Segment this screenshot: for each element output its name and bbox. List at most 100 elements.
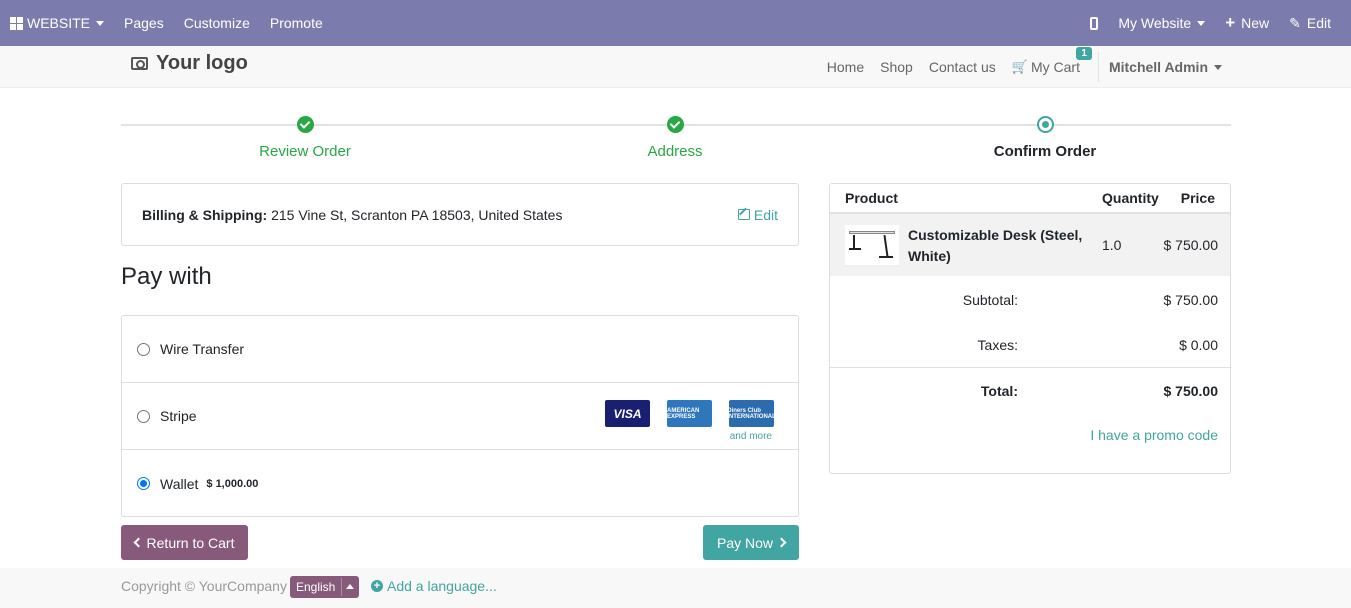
payment-name: Stripe	[160, 408, 197, 424]
total-divider	[830, 367, 1230, 368]
edit-address-link[interactable]: Edit	[737, 206, 778, 223]
site-nav: Home Shop Contact us 🛒 My Cart 1 Mitchel…	[819, 46, 1351, 88]
apps-grid-icon	[10, 16, 23, 30]
payment-methods-list: Wire Transfer Stripe VISA AMERICAN EXPRE…	[121, 315, 799, 517]
amex-logo-icon: AMERICAN EXPRESS	[667, 400, 712, 427]
copyright-text: Copyright © YourCompany	[121, 578, 287, 594]
nav-home[interactable]: Home	[819, 59, 872, 75]
card-logos: VISA AMERICAN EXPRESS Diners Club INTERN…	[605, 400, 776, 427]
language-label: English	[296, 580, 336, 594]
product-quantity: 1.0	[1102, 237, 1122, 253]
summary-header: Product Quantity Price	[830, 184, 1230, 214]
step-label: Address	[647, 143, 703, 160]
edit-address-label: Edit	[753, 206, 778, 223]
taxes-label: Taxes:	[977, 337, 1018, 353]
new-button[interactable]: + New	[1215, 0, 1279, 46]
product-name: Customizable Desk (Steel, White)	[908, 227, 1083, 264]
caret-up-icon	[346, 584, 354, 589]
pencil-icon: ✎	[1289, 14, 1301, 31]
edit-button[interactable]: ✎ Edit	[1279, 0, 1341, 46]
product-price: $ 750.00	[1163, 237, 1219, 253]
customize-menu[interactable]: Customize	[174, 0, 260, 46]
payment-name: Wire Transfer	[160, 341, 245, 357]
website-menu-button[interactable]: WEBSITE	[0, 0, 114, 46]
return-label: Return to Cart	[146, 534, 235, 551]
site-header: Your logo Home Shop Contact us 🛒 My Cart…	[0, 46, 1351, 88]
pay-now-label: Pay Now	[716, 534, 774, 551]
pay-with-heading: Pay with	[121, 263, 212, 290]
language-selector[interactable]: English	[290, 576, 359, 598]
order-line: Customizable Desk (Steel, White) 1.0 $ 7…	[830, 214, 1230, 276]
nav-my-cart[interactable]: 🛒 My Cart 1	[1004, 47, 1092, 75]
payment-name: Wallet	[160, 475, 199, 492]
caret-down-icon	[1214, 64, 1222, 70]
step-label: Review Order	[259, 143, 351, 160]
step-label: Confirm Order	[993, 143, 1097, 160]
step-address[interactable]: Address	[585, 110, 765, 160]
col-price: Price	[1180, 190, 1215, 206]
check-circle-icon	[296, 116, 314, 133]
visa-logo-icon: VISA	[605, 400, 650, 427]
nav-contact[interactable]: Contact us	[921, 59, 1004, 75]
stripe-radio[interactable]	[137, 409, 150, 423]
billing-shipping-box: Billing & Shipping: 215 Vine St, Scranto…	[121, 183, 799, 246]
plus-circle-icon: +	[371, 580, 383, 592]
promote-menu[interactable]: Promote	[260, 0, 333, 46]
billing-text: Billing & Shipping: 215 Vine St, Scranto…	[142, 207, 562, 223]
my-website-dropdown[interactable]: My Website	[1108, 0, 1215, 46]
billing-address: 215 Vine St, Scranton PA 18503, United S…	[267, 206, 563, 223]
col-quantity: Quantity	[1102, 190, 1159, 206]
cart-label: My Cart	[1030, 59, 1080, 75]
wallet-radio[interactable]	[137, 477, 150, 490]
plus-icon: +	[1225, 13, 1236, 32]
step-review-order[interactable]: Review Order	[215, 110, 395, 160]
edit-label: Edit	[1306, 15, 1331, 31]
user-menu-dropdown[interactable]: Mitchell Admin	[1099, 59, 1232, 75]
cart-count-badge: 1	[1076, 47, 1092, 60]
order-summary: Product Quantity Price Customizable Desk…	[829, 183, 1231, 474]
taxes-value: $ 0.00	[1179, 337, 1218, 353]
user-name: Mitchell Admin	[1108, 59, 1208, 75]
product-image	[845, 225, 899, 265]
site-footer: Copyright © YourCompany English + Add a …	[0, 568, 1351, 608]
checkout-progress: Review Order Address Confirm Order	[121, 110, 1231, 165]
site-logo[interactable]: Your logo	[131, 52, 248, 75]
pages-menu[interactable]: Pages	[114, 0, 174, 46]
chevron-left-icon	[133, 537, 143, 548]
pay-now-button[interactable]: Pay Now	[703, 525, 799, 560]
new-label: New	[1241, 15, 1270, 31]
website-menu-label: WEBSITE	[27, 15, 91, 31]
caret-down-icon	[1197, 20, 1206, 26]
admin-bar: WEBSITE Pages Customize Promote My Websi…	[0, 0, 1351, 46]
cart-icon: 🛒	[1011, 59, 1028, 74]
my-website-label: My Website	[1118, 15, 1192, 31]
step-confirm-order: Confirm Order	[955, 110, 1135, 160]
total-label: Total:	[980, 383, 1018, 399]
and-more-link[interactable]: and more	[730, 431, 772, 442]
current-step-icon	[1036, 116, 1054, 133]
check-circle-icon	[666, 116, 684, 133]
subtotal-value: $ 750.00	[1163, 292, 1219, 308]
promo-code-link[interactable]: I have a promo code	[1090, 427, 1218, 443]
wallet-balance: $ 1,000.00	[206, 477, 259, 490]
mobile-preview-button[interactable]	[1080, 0, 1108, 46]
payment-option-wallet[interactable]: Wallet $ 1,000.00	[122, 450, 798, 517]
payment-option-wire-transfer[interactable]: Wire Transfer	[122, 316, 798, 383]
wire-transfer-radio[interactable]	[137, 342, 150, 356]
diners-club-logo-icon: Diners Club INTERNATIONAL	[727, 400, 776, 427]
logo-text: Your logo	[156, 52, 248, 74]
edit-icon	[737, 209, 750, 220]
payment-option-stripe[interactable]: Stripe VISA AMERICAN EXPRESS Diners Club…	[122, 383, 798, 450]
return-to-cart-button[interactable]: Return to Cart	[121, 525, 248, 560]
billing-label: Billing & Shipping:	[142, 206, 268, 223]
add-language-label: Add a language...	[387, 578, 497, 594]
mobile-icon	[1090, 16, 1099, 30]
total-value: $ 750.00	[1163, 383, 1219, 399]
col-product: Product	[845, 190, 898, 206]
subtotal-label: Subtotal:	[962, 292, 1018, 308]
chevron-right-icon	[776, 537, 787, 548]
caret-down-icon	[96, 20, 105, 26]
camera-icon	[131, 57, 148, 70]
add-language-link[interactable]: + Add a language...	[371, 578, 497, 594]
nav-shop[interactable]: Shop	[872, 59, 921, 75]
